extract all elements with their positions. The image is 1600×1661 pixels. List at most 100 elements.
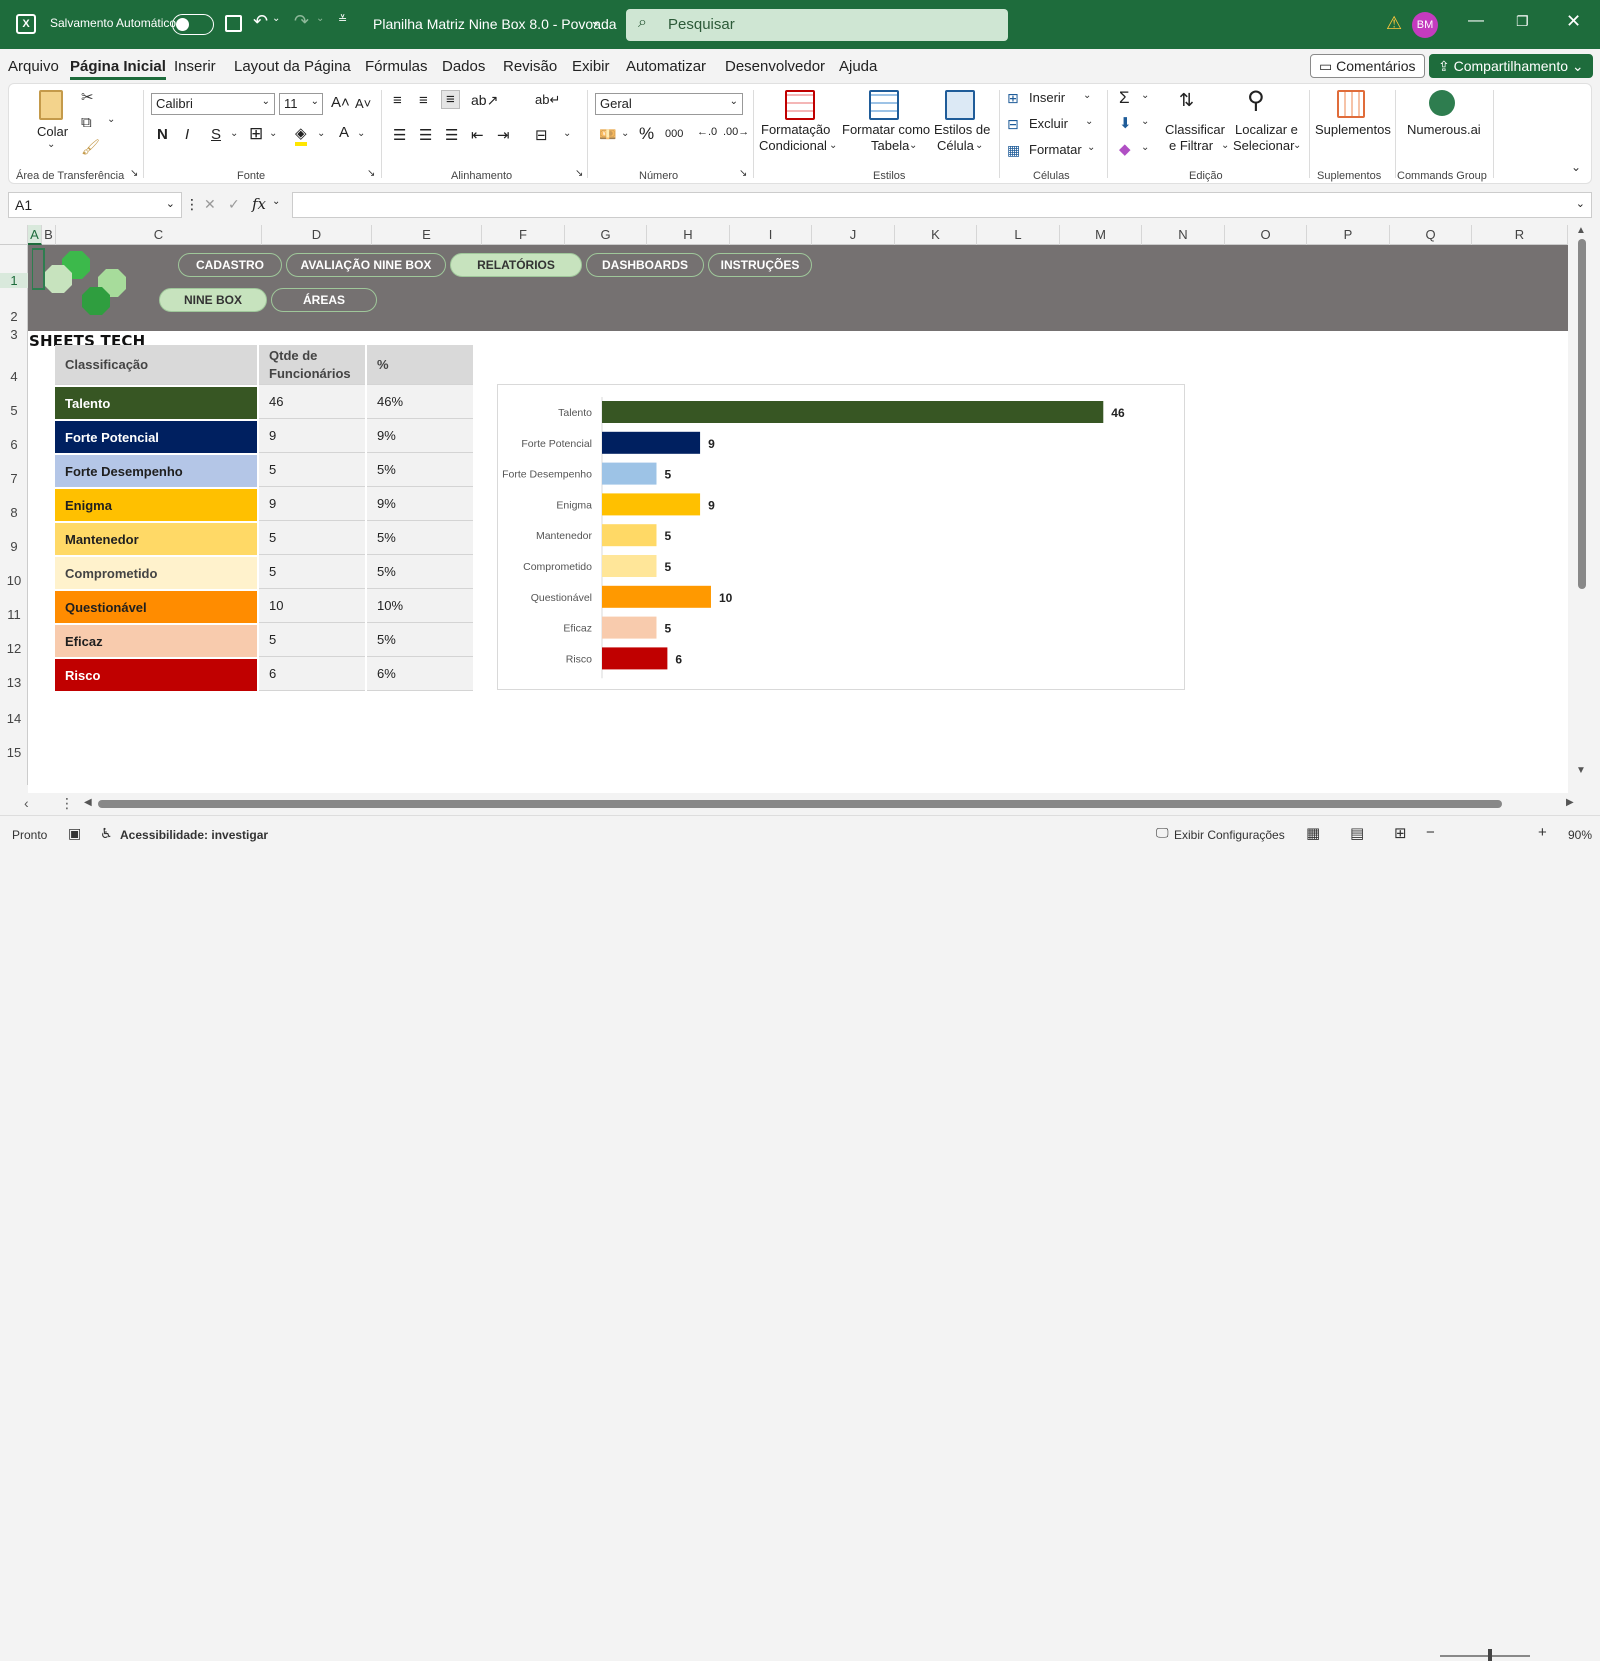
font-size-select[interactable]: 11 ⌄	[279, 93, 323, 115]
classification-cell[interactable]: Risco	[55, 659, 257, 691]
confirm-entry-icon[interactable]: ✓	[228, 196, 240, 213]
cell-styles-label-2[interactable]: Célula	[937, 138, 974, 153]
ribbon-collapse-icon[interactable]: ⌄	[1571, 160, 1581, 174]
font-launcher-icon[interactable]: ↘	[367, 168, 375, 179]
addins-label[interactable]: Suplementos	[1315, 122, 1391, 137]
insert-cells-icon[interactable]: ⊞	[1007, 90, 1019, 107]
classification-cell[interactable]: Forte Potencial	[55, 421, 257, 453]
format-cells-icon[interactable]: ▦	[1007, 142, 1020, 159]
wrap-text-icon[interactable]: ab↵	[535, 92, 560, 108]
search-box[interactable]: ⌕ Pesquisar	[626, 9, 1008, 41]
display-settings-icon[interactable]: 🖵	[1156, 825, 1169, 841]
align-middle-icon[interactable]: ≡	[419, 92, 428, 109]
col-header-f[interactable]: F	[482, 225, 565, 245]
close-icon[interactable]: ✕	[1566, 11, 1581, 32]
expand-formula-icon[interactable]: ⌄	[1576, 197, 1585, 210]
increase-decimal-icon[interactable]: ←.0	[697, 126, 717, 138]
conditional-format-icon[interactable]	[785, 90, 815, 120]
tab-desenvolvedor[interactable]: Desenvolvedor	[725, 58, 825, 75]
sheet-prev-icon[interactable]: ‹	[24, 795, 29, 811]
find-dropdown-icon[interactable]: ⌄	[1293, 140, 1301, 151]
autosum-icon[interactable]: Σ	[1119, 88, 1130, 108]
orientation-icon[interactable]: ab↗	[471, 92, 498, 109]
autosave-toggle[interactable]	[172, 14, 214, 35]
accessibility-status[interactable]: Acessibilidade: investigar	[120, 828, 268, 842]
align-right-icon[interactable]: ☰	[445, 126, 458, 144]
avatar[interactable]: BM	[1412, 12, 1438, 38]
percent-cell[interactable]: 6%	[367, 657, 473, 691]
numerous-logo-icon[interactable]	[1429, 90, 1455, 116]
format-painter-icon[interactable]: 🖌	[81, 138, 100, 156]
nav-nine-box[interactable]: NINE BOX	[159, 288, 267, 312]
cond-format-label-1[interactable]: Formatação	[761, 122, 830, 137]
copy-icon[interactable]: ⧉	[81, 114, 92, 131]
format-table-icon[interactable]	[869, 90, 899, 120]
tab-ajuda[interactable]: Ajuda	[839, 58, 877, 75]
cond-format-dropdown-icon[interactable]: ⌄	[829, 140, 837, 151]
macro-record-icon[interactable]: ▣	[68, 825, 81, 842]
vertical-scrollbar[interactable]: ▲ ▼	[1568, 225, 1600, 793]
sort-filter-label-2[interactable]: e Filtrar	[1169, 138, 1213, 153]
select-all-corner[interactable]	[0, 225, 28, 245]
scroll-left-icon[interactable]: ◀	[84, 797, 92, 808]
cancel-entry-icon[interactable]: ✕	[204, 196, 216, 213]
decrease-indent-icon[interactable]: ⇤	[471, 126, 484, 144]
insert-cells-button[interactable]: Inserir	[1029, 90, 1065, 105]
scroll-right-icon[interactable]: ▶	[1566, 797, 1574, 808]
currency-icon[interactable]: 💴	[599, 126, 616, 143]
chart-bar[interactable]	[602, 555, 657, 577]
underline-dropdown-icon[interactable]: ⌄	[230, 128, 238, 139]
row-header-3[interactable]: 3	[0, 327, 28, 342]
classification-cell[interactable]: Questionável	[55, 591, 257, 623]
col-header-l[interactable]: L	[977, 225, 1060, 245]
row-header-11[interactable]: 11	[0, 607, 28, 622]
nav-relatorios[interactable]: RELATÓRIOS	[450, 253, 582, 277]
share-dropdown-icon[interactable]: ⌄	[1572, 58, 1584, 74]
cell-styles-icon[interactable]	[945, 90, 975, 120]
align-left-icon[interactable]: ☰	[393, 126, 406, 144]
nav-instrucoes[interactable]: INSTRUÇÕES	[708, 253, 812, 277]
save-icon[interactable]	[225, 15, 242, 32]
numerous-label[interactable]: Numerous.ai	[1407, 122, 1481, 137]
col-header-r[interactable]: R	[1472, 225, 1568, 245]
tab-pagina-inicial[interactable]: Página Inicial	[70, 58, 166, 80]
col-header-e[interactable]: E	[372, 225, 482, 245]
chart-bar[interactable]	[602, 431, 701, 454]
sheet-more-icon[interactable]: ⋮	[60, 795, 74, 812]
minimize-icon[interactable]: —	[1468, 12, 1484, 30]
format-table-label-1[interactable]: Formatar como	[842, 122, 930, 137]
comments-button[interactable]: ▭ Comentários	[1310, 54, 1425, 78]
worksheet[interactable]: CADASTRO AVALIAÇÃO NINE BOX RELATÓRIOS D…	[28, 245, 1568, 793]
copy-dropdown-icon[interactable]: ⌄	[107, 114, 115, 125]
tab-revisao[interactable]: Revisão	[503, 58, 557, 75]
tab-automatizar[interactable]: Automatizar	[626, 58, 706, 75]
zoom-out-icon[interactable]: −	[1426, 824, 1435, 841]
find-select-label-2[interactable]: Selecionar	[1233, 138, 1294, 153]
col-header-n[interactable]: N	[1142, 225, 1225, 245]
col-header-p[interactable]: P	[1307, 225, 1390, 245]
warning-icon[interactable]: ⚠	[1386, 13, 1402, 34]
classification-cell[interactable]: Mantenedor	[55, 523, 257, 555]
normal-view-icon[interactable]: ▦	[1306, 824, 1320, 842]
format-cells-button[interactable]: Formatar	[1029, 142, 1082, 157]
bold-button[interactable]: N	[157, 126, 168, 143]
classification-cell[interactable]: Enigma	[55, 489, 257, 521]
scroll-up-icon[interactable]: ▲	[1576, 225, 1586, 236]
row-header-4[interactable]: 4	[0, 369, 28, 384]
quantity-cell[interactable]: 9	[259, 419, 365, 453]
col-header-c[interactable]: C	[56, 225, 262, 245]
format-table-label-2[interactable]: Tabela	[871, 138, 909, 153]
more-options-icon[interactable]: ⋮	[185, 196, 199, 213]
zoom-slider[interactable]	[1440, 1655, 1530, 1657]
addins-icon[interactable]	[1337, 90, 1365, 118]
excel-logo-icon[interactable]: X	[16, 14, 36, 34]
quantity-cell[interactable]: 5	[259, 555, 365, 589]
decrease-font-icon[interactable]: A˅	[355, 96, 371, 111]
display-settings[interactable]: Exibir Configurações	[1174, 828, 1285, 842]
delete-dropdown-icon[interactable]: ⌄	[1085, 116, 1093, 127]
formula-input[interactable]: ⌄	[292, 192, 1592, 218]
cell-styles-dropdown-icon[interactable]: ⌄	[975, 140, 983, 151]
scroll-down-icon[interactable]: ▼	[1576, 765, 1586, 776]
format-table-dropdown-icon[interactable]: ⌄	[909, 140, 917, 151]
undo-dropdown-icon[interactable]: ⌄	[272, 13, 280, 24]
